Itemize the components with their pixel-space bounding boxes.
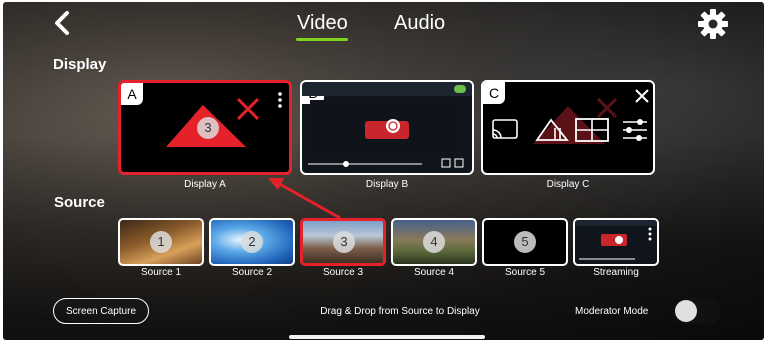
drag-drop-instructions: Drag & Drop from Source to Display [320, 306, 480, 317]
drag-arrow-icon [268, 178, 341, 220]
source-card-5[interactable]: 5 [482, 218, 568, 266]
moderator-mode-label: Moderator Mode [575, 306, 649, 317]
toggle-knob [675, 300, 697, 322]
display-card-b[interactable]: B [300, 80, 474, 175]
source-section-title: Source [54, 194, 105, 211]
source-caption-4: Source 4 [413, 267, 455, 278]
display-card-a[interactable]: A 3 [118, 80, 292, 175]
tab-audio[interactable]: Audio [394, 12, 445, 35]
source-number: 5 [514, 231, 536, 253]
app-screen: Video Audio Display A 3 Display A Displa… [3, 2, 764, 340]
split-grid-icon[interactable] [575, 118, 609, 142]
source-number: 2 [241, 231, 263, 253]
tab-video[interactable]: Video [297, 12, 348, 35]
source-card-4[interactable]: 4 [391, 218, 477, 266]
source-caption-2: Source 2 [231, 267, 273, 278]
display-caption-c: Display C [546, 179, 590, 190]
source-card-3[interactable]: 3 [300, 218, 386, 266]
close-icon[interactable] [634, 88, 650, 104]
display-section-title: Display [53, 56, 107, 73]
source-caption-3: Source 3 [322, 267, 364, 278]
source-card-1[interactable]: 1 [118, 218, 204, 266]
source-number: 3 [333, 231, 355, 253]
gear-icon[interactable] [696, 7, 730, 41]
fullscreen-mode-icon[interactable] [535, 116, 569, 142]
back-chevron-icon[interactable] [51, 10, 73, 36]
tab-video-underline [296, 38, 348, 41]
streaming-thumbnail [575, 220, 657, 260]
sliders-icon[interactable] [621, 116, 649, 144]
display-card-c[interactable]: C [481, 80, 655, 175]
source-caption-streaming: Streaming [593, 267, 639, 278]
cast-icon[interactable] [491, 118, 519, 142]
source-number: 1 [150, 231, 172, 253]
home-indicator [289, 335, 485, 339]
source-caption-1: Source 1 [140, 267, 182, 278]
moderator-mode-toggle[interactable] [673, 298, 721, 324]
streaming-preview [302, 82, 472, 168]
screen-capture-button[interactable]: Screen Capture [53, 298, 149, 324]
source-card-2[interactable]: 2 [209, 218, 295, 266]
source-card-streaming[interactable] [573, 218, 659, 266]
assigned-source-number: 3 [197, 117, 219, 139]
source-caption-5: Source 5 [504, 267, 546, 278]
source-number: 4 [423, 231, 445, 253]
